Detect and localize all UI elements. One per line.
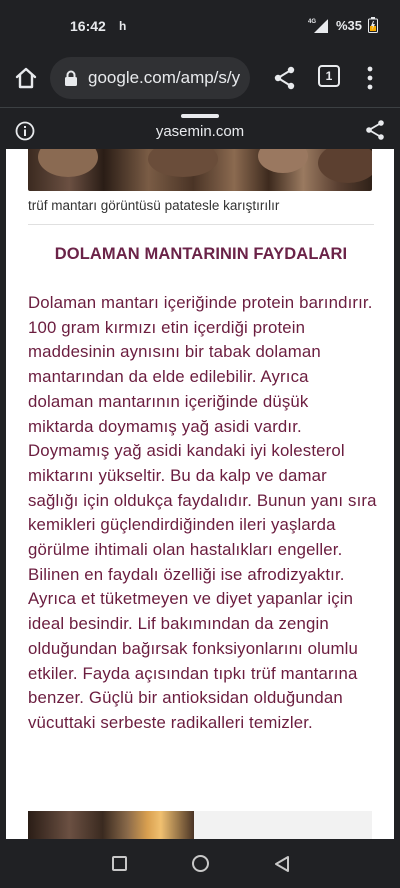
- drag-handle[interactable]: [181, 114, 219, 118]
- next-image-preview: · · · · ·: [28, 811, 372, 839]
- back-icon[interactable]: [273, 855, 291, 873]
- battery-icon: [368, 17, 378, 33]
- amp-domain: yasemin.com: [155, 123, 245, 140]
- article-paragraph: Dolaman mantarı içeriğinde protein barın…: [28, 293, 377, 732]
- section-heading: DOLAMAN MANTARININ FAYDALARI: [54, 245, 348, 263]
- more-vert-icon[interactable]: [360, 65, 380, 91]
- caption-divider: [28, 224, 374, 225]
- battery-percent: %35: [335, 17, 362, 33]
- status-right: 4G %35: [308, 17, 378, 33]
- browser-toolbar: google.com/amp/s/y 1: [0, 52, 400, 104]
- home-circle-icon[interactable]: [192, 855, 209, 872]
- article-card: trüf mantarı görüntüsü patatesle karıştı…: [6, 149, 394, 839]
- network-label: 4G: [308, 19, 316, 25]
- status-time: 16:42: [70, 18, 106, 34]
- share-icon[interactable]: [364, 119, 386, 141]
- home-icon[interactable]: [12, 64, 40, 92]
- system-nav-bar: [0, 839, 400, 888]
- signal-icon: 4G: [308, 17, 329, 33]
- url-text: google.com/amp/s/y: [88, 68, 241, 87]
- recents-icon[interactable]: [112, 856, 127, 871]
- amp-viewer-header: yasemin.com: [0, 107, 400, 149]
- status-indicator: h: [119, 19, 127, 33]
- status-bar: 16:42 h 4G %35: [0, 0, 400, 52]
- tabs-icon[interactable]: 1: [318, 65, 340, 87]
- share-icon[interactable]: [272, 65, 298, 91]
- lock-icon: [65, 70, 77, 86]
- address-bar[interactable]: google.com/amp/s/y: [50, 57, 250, 99]
- page-content[interactable]: trüf mantarı görüntüsü patatesle karıştı…: [0, 149, 400, 839]
- image-caption: trüf mantarı görüntüsü patatesle karıştı…: [28, 198, 280, 213]
- truffle-image: [28, 149, 372, 191]
- tab-count: 1: [325, 69, 333, 83]
- truffle-jar-image: [28, 811, 194, 839]
